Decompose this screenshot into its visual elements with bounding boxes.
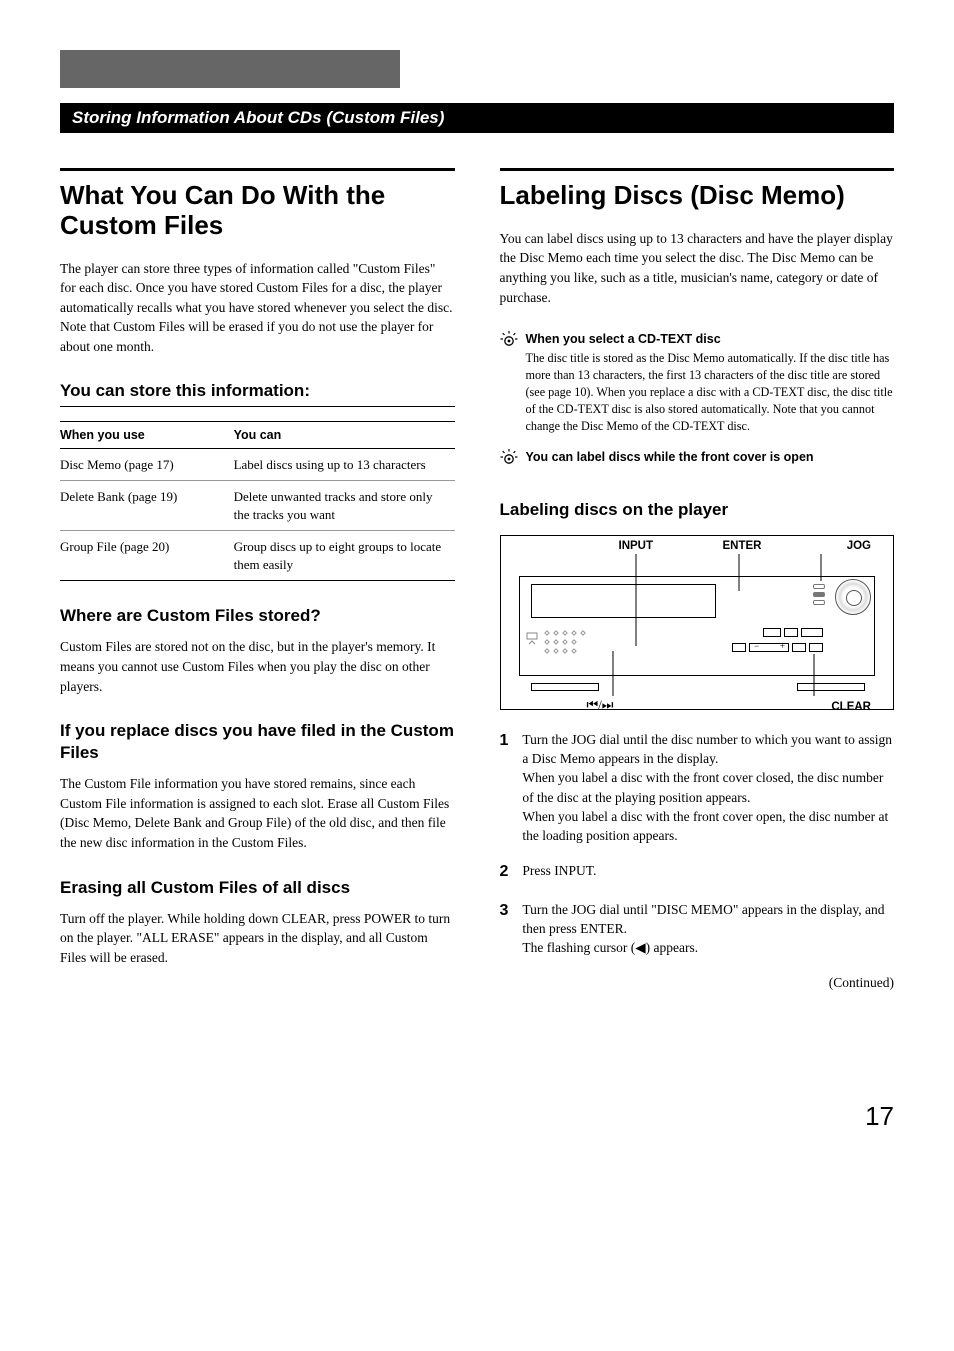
step-number: 1 xyxy=(500,730,509,845)
step-number: 2 xyxy=(500,861,509,884)
step-list: 1 Turn the JOG dial until the disc numbe… xyxy=(500,730,895,957)
label-input: INPUT xyxy=(619,540,654,552)
tip-body: The disc title is stored as the Disc Mem… xyxy=(526,350,895,435)
step: 2 Press INPUT. xyxy=(500,861,895,884)
tip-heading: When you select a CD-TEXT disc xyxy=(526,331,895,349)
table-cell: Delete unwanted tracks and store only th… xyxy=(234,481,455,531)
button-cluster-top xyxy=(763,628,823,637)
erase-heading: Erasing all Custom Files of all discs xyxy=(60,877,455,899)
dots-grid xyxy=(545,631,587,655)
tray-slot xyxy=(797,683,865,691)
label-jog: JOG xyxy=(847,540,871,552)
header-strip xyxy=(60,50,894,88)
tip-icon xyxy=(500,330,518,355)
indicator-group xyxy=(813,584,825,605)
left-intro: The player can store three types of info… xyxy=(60,259,455,357)
section-banner: Storing Information About CDs (Custom Fi… xyxy=(60,103,894,133)
eject-icon xyxy=(525,631,539,650)
table-col2: You can xyxy=(234,421,455,448)
table-cell: Delete Bank (page 19) xyxy=(60,481,234,531)
table-cell: Label discs using up to 13 characters xyxy=(234,448,455,481)
replace-heading: If you replace discs you have filed in t… xyxy=(60,720,455,764)
store-heading: You can store this information: xyxy=(60,381,455,407)
label-clear: CLEAR xyxy=(831,701,871,713)
label-prev-next: ⏮/⏭ xyxy=(587,697,614,713)
step-text: Turn the JOG dial until "DISC MEMO" appe… xyxy=(522,900,894,957)
replace-text: The Custom File information you have sto… xyxy=(60,774,455,852)
device-diagram: INPUT ENTER JOG xyxy=(500,535,895,710)
page-number: 17 xyxy=(60,1101,894,1132)
header-dark-block xyxy=(60,50,400,88)
tip-icon xyxy=(500,448,518,473)
title-rule xyxy=(60,168,455,171)
jog-dial xyxy=(835,579,871,615)
step: 1 Turn the JOG dial until the disc numbe… xyxy=(500,730,895,845)
right-title: Labeling Discs (Disc Memo) xyxy=(500,181,895,211)
tip-cover-open: You can label discs while the front cove… xyxy=(500,449,895,473)
label-enter: ENTER xyxy=(723,540,762,552)
where-heading: Where are Custom Files stored? xyxy=(60,605,455,627)
step: 3 Turn the JOG dial until "DISC MEMO" ap… xyxy=(500,900,895,957)
erase-text: Turn off the player. While holding down … xyxy=(60,909,455,968)
left-column: What You Can Do With the Custom Files Th… xyxy=(60,168,455,991)
table-col1: When you use xyxy=(60,421,234,448)
display-panel xyxy=(531,584,716,618)
step-text: Turn the JOG dial until the disc number … xyxy=(522,730,894,845)
where-text: Custom Files are stored not on the disc,… xyxy=(60,637,455,696)
table-cell: Group File (page 20) xyxy=(60,531,234,581)
button-cluster-bottom: − + xyxy=(732,643,823,652)
step-text: Press INPUT. xyxy=(522,861,596,884)
step-number: 3 xyxy=(500,900,509,957)
tip-cdtext: When you select a CD-TEXT disc The disc … xyxy=(500,331,895,435)
title-rule xyxy=(500,168,895,171)
left-title: What You Can Do With the Custom Files xyxy=(60,181,455,241)
table-row: Group File (page 20) Group discs up to e… xyxy=(60,531,455,581)
player-heading: Labeling discs on the player xyxy=(500,499,895,521)
table-row: Delete Bank (page 19) Delete unwanted tr… xyxy=(60,481,455,531)
table-cell: Disc Memo (page 17) xyxy=(60,448,234,481)
table-row: Disc Memo (page 17) Label discs using up… xyxy=(60,448,455,481)
tray-slot xyxy=(531,683,599,691)
table-cell: Group discs up to eight groups to locate… xyxy=(234,531,455,581)
continued-text: (Continued) xyxy=(500,975,895,991)
right-column: Labeling Discs (Disc Memo) You can label… xyxy=(500,168,895,991)
info-table: When you use You can Disc Memo (page 17)… xyxy=(60,421,455,582)
tip-heading: You can label discs while the front cove… xyxy=(526,449,814,467)
right-intro: You can label discs using up to 13 chara… xyxy=(500,229,895,307)
